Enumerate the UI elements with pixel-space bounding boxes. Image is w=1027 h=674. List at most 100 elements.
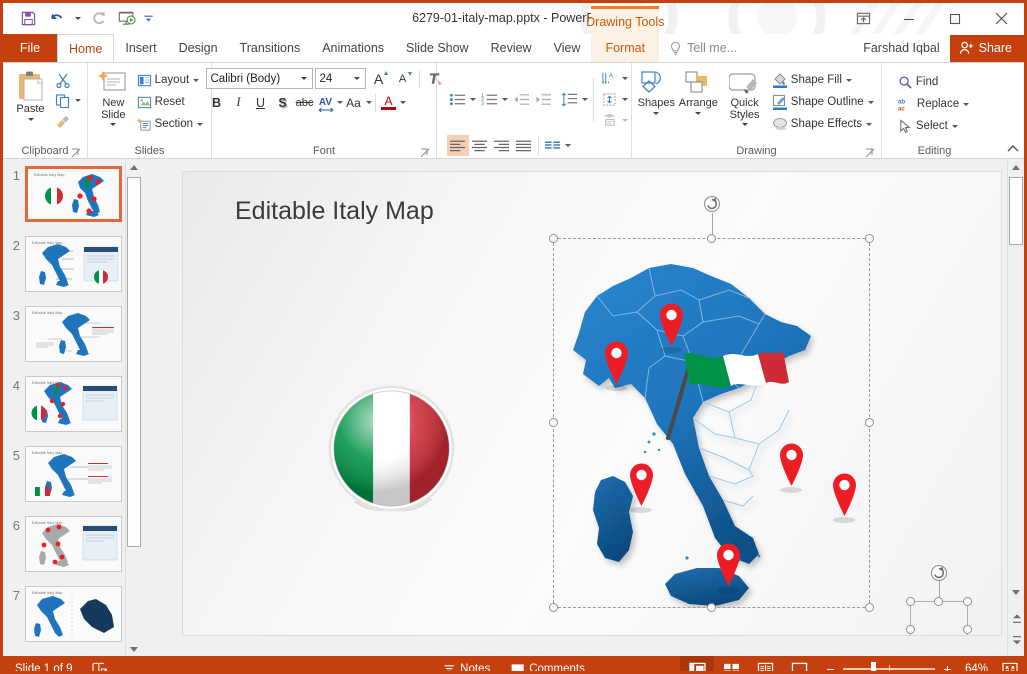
slide-scroll-thumb[interactable] <box>1009 177 1023 245</box>
decrease-indent-button[interactable] <box>511 89 533 110</box>
tab-format[interactable]: Format <box>591 34 659 62</box>
cut-button[interactable] <box>52 69 74 90</box>
thumbnail-slide-2[interactable]: 2 Editable Italy Map <box>3 229 141 299</box>
subshape-handle-middle-left[interactable] <box>906 625 915 634</box>
decrease-font-size-button[interactable]: A <box>392 68 414 89</box>
bullets-button[interactable] <box>447 89 469 110</box>
thumbnail-scrollbar[interactable] <box>125 159 141 657</box>
thumbnail-scroll-up-button[interactable] <box>126 159 141 176</box>
tab-file[interactable]: File <box>3 34 57 62</box>
next-slide-button[interactable] <box>1008 631 1025 649</box>
align-right-button[interactable] <box>491 135 513 156</box>
tab-view[interactable]: View <box>543 34 592 62</box>
bullets-dropdown-icon[interactable] <box>470 98 476 101</box>
thumbnail-scroll-thumb[interactable] <box>127 177 141 547</box>
font-name-dropdown[interactable] <box>297 69 312 88</box>
rotate-handle[interactable] <box>703 195 721 213</box>
share-button[interactable]: Share <box>950 35 1024 62</box>
tab-insert[interactable]: Insert <box>114 34 167 62</box>
font-dialog-launcher[interactable] <box>420 148 430 158</box>
customize-qat-button[interactable] <box>142 7 155 31</box>
thumbnail-scroll-down-button[interactable] <box>126 640 141 657</box>
zoom-level[interactable]: 64% <box>962 663 996 674</box>
minimize-button[interactable] <box>886 3 932 34</box>
italy-flag-sphere[interactable] <box>326 383 457 514</box>
smartart-dropdown-icon[interactable] <box>622 119 628 122</box>
view-slide-sorter-button[interactable] <box>714 656 748 674</box>
thumbnail-preview[interactable]: Editable Italy Map <box>25 516 122 572</box>
font-color-button[interactable]: A <box>379 92 399 113</box>
close-button[interactable] <box>978 3 1024 34</box>
save-button[interactable] <box>15 7 41 31</box>
restore-button[interactable] <box>932 3 978 34</box>
resize-handle-bottom-right[interactable] <box>865 603 874 612</box>
quick-styles-dropdown-icon[interactable] <box>742 123 748 126</box>
resize-handle-top-center[interactable] <box>707 234 716 243</box>
convert-smartart-button[interactable] <box>599 110 621 131</box>
zoom-slider[interactable] <box>843 662 935 674</box>
line-spacing-dropdown-icon[interactable] <box>582 98 588 101</box>
strikethrough-button[interactable]: abc <box>294 92 316 113</box>
thumbnail-preview[interactable]: Editable Italy Map <box>25 306 122 362</box>
thumbnail-slide-4[interactable]: 4 Editable Italy Map <box>3 369 141 439</box>
text-shadow-button[interactable]: S <box>272 92 294 113</box>
tab-review[interactable]: Review <box>480 34 543 62</box>
italic-button[interactable]: I <box>228 92 250 113</box>
character-spacing-button[interactable]: AV <box>316 92 336 113</box>
shape-selection-frame[interactable] <box>553 238 870 608</box>
subshape-selection-frame[interactable] <box>910 601 968 635</box>
layout-button[interactable]: Layout <box>135 69 207 91</box>
align-center-button[interactable] <box>469 135 491 156</box>
tab-animations[interactable]: Animations <box>311 34 395 62</box>
tab-slide-show[interactable]: Slide Show <box>395 34 480 62</box>
format-painter-button[interactable] <box>52 111 74 132</box>
slide-canvas[interactable]: Editable Italy Map <box>183 172 1001 635</box>
tab-design[interactable]: Design <box>168 34 229 62</box>
thumbnail-preview[interactable]: Editable Italy Map <box>25 446 122 502</box>
undo-button[interactable] <box>43 7 69 31</box>
tab-transitions[interactable]: Transitions <box>229 34 312 62</box>
zoom-slider-knob[interactable] <box>871 662 876 674</box>
ribbon-display-options-button[interactable] <box>840 3 886 34</box>
numbering-button[interactable]: 1 2 3 <box>479 89 501 110</box>
view-slideshow-button[interactable] <box>782 656 816 674</box>
collapse-ribbon-button[interactable] <box>1006 142 1020 156</box>
comments-button[interactable]: Comments <box>505 660 590 674</box>
drawing-dialog-launcher[interactable] <box>865 148 875 158</box>
arrange-button[interactable]: Arrange <box>677 66 719 117</box>
section-button[interactable]: Section <box>135 113 207 135</box>
fit-slide-button[interactable] <box>996 656 1024 674</box>
find-button[interactable]: Find <box>896 71 973 93</box>
start-slideshow-button[interactable] <box>114 7 140 31</box>
resize-handle-middle-left[interactable] <box>549 418 558 427</box>
resize-handle-top-right[interactable] <box>865 234 874 243</box>
increase-font-size-button[interactable]: A <box>368 68 390 89</box>
font-name-combobox[interactable]: Calibri (Body) <box>206 68 313 89</box>
arrange-dropdown-icon[interactable] <box>695 112 701 115</box>
underline-button[interactable]: U <box>250 92 272 113</box>
shape-fill-button[interactable]: Shape Fill <box>770 69 878 91</box>
view-reading-button[interactable] <box>748 656 782 674</box>
resize-handle-middle-right[interactable] <box>865 418 874 427</box>
align-text-button[interactable] <box>599 89 621 110</box>
subshape-handle-top-center[interactable] <box>934 597 943 606</box>
copy-button[interactable] <box>52 90 74 111</box>
clipboard-dialog-launcher[interactable] <box>71 148 81 158</box>
select-button[interactable]: Select <box>896 115 973 137</box>
previous-slide-button[interactable] <box>1008 609 1025 627</box>
slide-scrollbar[interactable] <box>1007 159 1024 657</box>
subshape-handle-top-left[interactable] <box>906 597 915 606</box>
slide-title[interactable]: Editable Italy Map <box>235 197 434 226</box>
shape-outline-button[interactable]: Shape Outline <box>770 91 878 113</box>
thumbnail-preview[interactable]: Editable Italy Map <box>25 236 122 292</box>
thumbnail-preview[interactable]: Editable Italy Map <box>25 586 122 642</box>
change-case-button[interactable]: Aa <box>343 92 365 113</box>
undo-dropdown[interactable] <box>71 7 84 31</box>
slide-counter[interactable]: Slide 1 of 9 <box>15 663 73 674</box>
columns-dropdown-icon[interactable] <box>565 144 571 147</box>
redo-button[interactable] <box>86 7 112 31</box>
bold-button[interactable]: B <box>206 92 228 113</box>
thumbnail-preview[interactable]: Editable Italy Map <box>25 376 122 432</box>
increase-indent-button[interactable] <box>533 89 555 110</box>
replace-button[interactable]: ab ac Replace <box>896 93 973 115</box>
